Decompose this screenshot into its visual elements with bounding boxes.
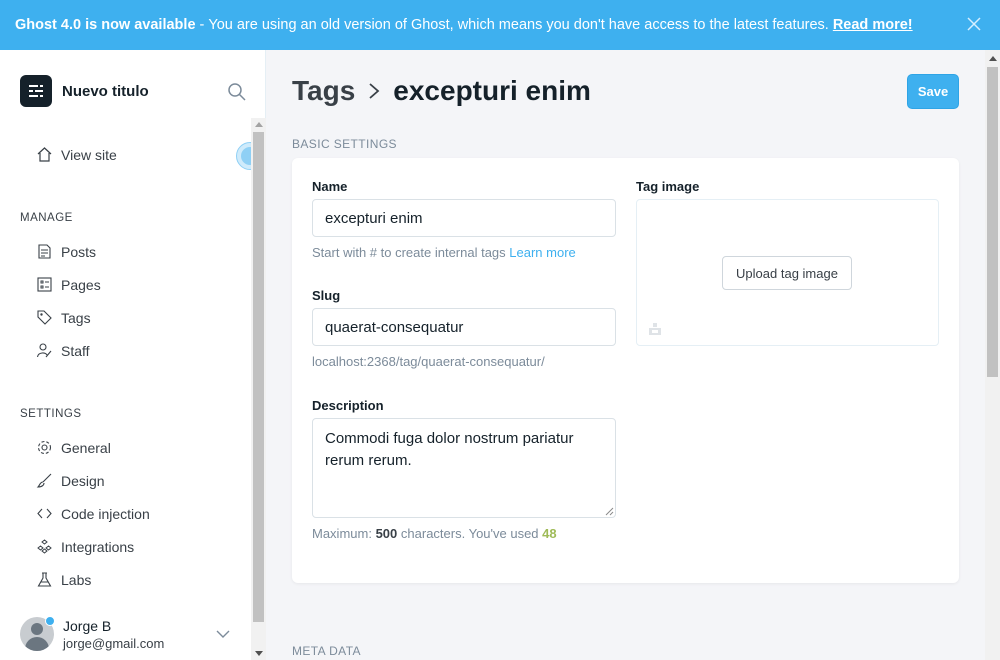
sidebar-item-integrations[interactable]: Integrations bbox=[36, 538, 134, 555]
description-label: Description bbox=[312, 398, 384, 413]
brush-icon bbox=[36, 473, 52, 488]
posts-icon bbox=[38, 244, 51, 259]
banner-read-more-link[interactable]: Read more! bbox=[833, 17, 913, 33]
description-char-count: Maximum: 500 characters. You've used 48 bbox=[312, 526, 557, 541]
sidebar-item-label: Code injection bbox=[61, 505, 150, 522]
upload-tag-image-button[interactable]: Upload tag image bbox=[722, 256, 852, 290]
settings-section-title: SETTINGS bbox=[20, 408, 82, 420]
user-email: jorge@gmail.com bbox=[63, 635, 165, 651]
gear-icon bbox=[37, 440, 52, 455]
sidebar-item-general[interactable]: General bbox=[36, 439, 111, 456]
update-banner: Ghost 4.0 is now available - You are usi… bbox=[0, 0, 1000, 50]
sidebar: Nuevo titulo View site MANAGE Posts Page… bbox=[0, 50, 266, 660]
avatar-status-badge bbox=[45, 616, 55, 626]
save-button[interactable]: Save bbox=[907, 74, 959, 109]
tag-image-label: Tag image bbox=[636, 179, 700, 194]
sidebar-item-label: Posts bbox=[61, 243, 97, 260]
sidebar-item-label: Integrations bbox=[61, 538, 135, 555]
user-menu[interactable]: Jorge B jorge@gmail.com bbox=[20, 617, 164, 651]
meta-data-title: META DATA bbox=[292, 644, 361, 658]
page-title: excepturi enim bbox=[393, 75, 591, 106]
brand[interactable]: Nuevo titulo bbox=[20, 75, 149, 107]
slug-url-text: localhost:2368/tag/quaerat-consequatur/ bbox=[312, 354, 545, 369]
sidebar-item-view-site[interactable]: View site bbox=[36, 146, 117, 163]
integrations-icon bbox=[37, 539, 52, 554]
sidebar-item-pages[interactable]: Pages bbox=[36, 276, 101, 293]
code-icon bbox=[37, 508, 52, 519]
resize-handle-icon[interactable] bbox=[605, 507, 614, 516]
scrollbar-thumb[interactable] bbox=[987, 67, 998, 377]
pages-icon bbox=[37, 277, 52, 292]
chevron-right-icon bbox=[369, 83, 380, 99]
sidebar-item-label: View site bbox=[61, 146, 117, 163]
sidebar-item-label: General bbox=[61, 439, 111, 456]
breadcrumb-parent-link[interactable]: Tags bbox=[292, 75, 355, 107]
sidebar-item-posts[interactable]: Posts bbox=[36, 243, 96, 260]
description-textarea[interactable]: Commodi fuga dolor nostrum pariatur reru… bbox=[312, 418, 616, 518]
sidebar-item-label: Labs bbox=[61, 571, 92, 588]
sidebar-item-label: Pages bbox=[61, 276, 101, 293]
banner-message: You are using an old version of Ghost, w… bbox=[208, 17, 829, 33]
home-icon bbox=[37, 147, 52, 162]
site-title: Nuevo titulo bbox=[62, 82, 149, 100]
sidebar-item-label: Design bbox=[61, 472, 105, 489]
scrollbar-thumb[interactable] bbox=[253, 132, 264, 622]
site-logo-icon bbox=[20, 75, 52, 107]
sidebar-item-staff[interactable]: Staff bbox=[36, 342, 90, 359]
breadcrumb: Tags excepturi enim bbox=[292, 75, 591, 107]
staff-icon bbox=[36, 343, 52, 358]
main-scrollbar[interactable] bbox=[985, 50, 1000, 660]
scroll-up-arrow-icon[interactable] bbox=[255, 122, 263, 127]
basic-settings-title: BASIC SETTINGS bbox=[292, 137, 397, 151]
name-help-text: Start with # to create internal tags Lea… bbox=[312, 245, 576, 260]
tag-icon bbox=[37, 310, 52, 325]
flask-icon bbox=[37, 572, 52, 587]
sidebar-item-design[interactable]: Design bbox=[36, 472, 105, 489]
sidebar-scrollbar[interactable] bbox=[251, 118, 266, 660]
sidebar-item-code-injection[interactable]: Code injection bbox=[36, 505, 150, 522]
name-label: Name bbox=[312, 179, 348, 194]
banner-headline: Ghost 4.0 is now available bbox=[15, 17, 196, 33]
image-placeholder-icon bbox=[649, 323, 661, 335]
chevron-down-icon[interactable] bbox=[215, 628, 231, 640]
sidebar-item-tags[interactable]: Tags bbox=[36, 309, 91, 326]
scroll-up-arrow-icon[interactable] bbox=[989, 56, 997, 61]
scroll-down-arrow-icon[interactable] bbox=[255, 651, 263, 656]
name-input[interactable]: excepturi enim bbox=[312, 199, 616, 237]
user-name: Jorge B bbox=[63, 617, 112, 634]
banner-separator: - bbox=[199, 17, 205, 33]
slug-input[interactable]: quaerat-consequatur bbox=[312, 308, 616, 346]
sidebar-item-labs[interactable]: Labs bbox=[36, 571, 91, 588]
sidebar-item-label: Tags bbox=[61, 309, 91, 326]
close-icon[interactable] bbox=[966, 16, 982, 32]
slug-label: Slug bbox=[312, 288, 341, 303]
manage-section-title: MANAGE bbox=[20, 212, 73, 224]
search-icon[interactable] bbox=[227, 82, 247, 102]
learn-more-link[interactable]: Learn more bbox=[509, 245, 575, 260]
sidebar-item-label: Staff bbox=[61, 342, 90, 359]
